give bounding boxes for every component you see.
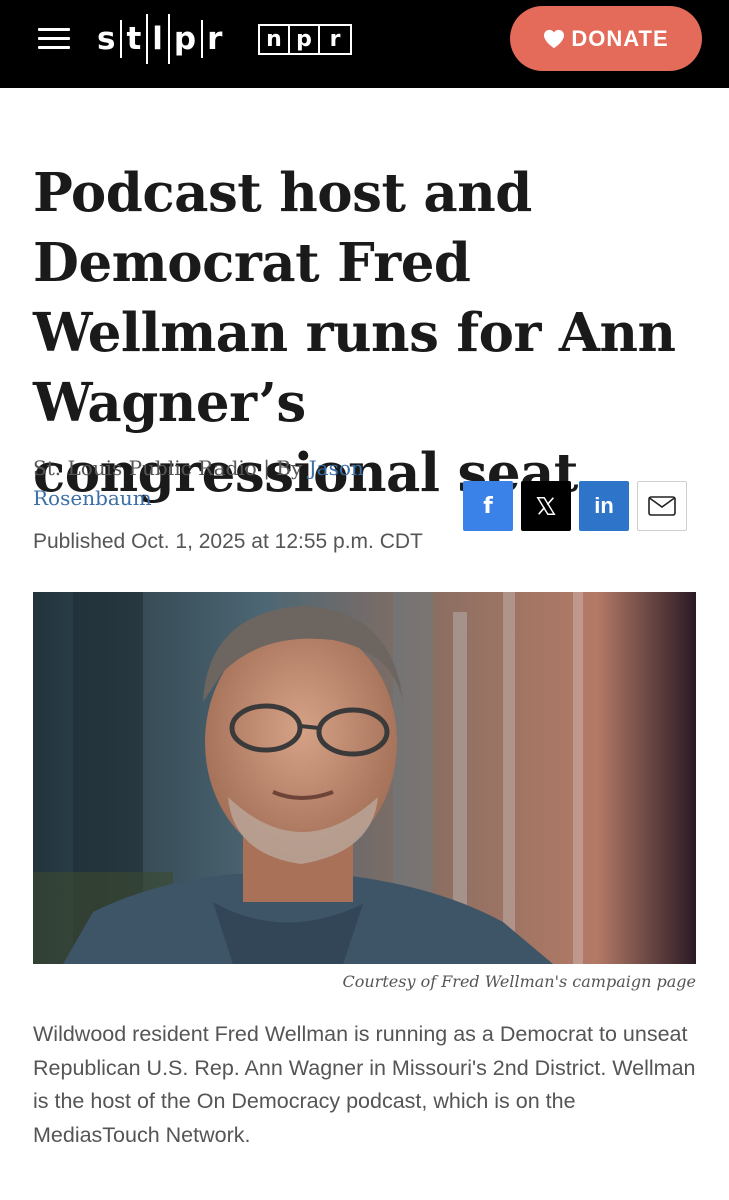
logo-letter: p [173, 21, 198, 57]
x-share-button[interactable] [521, 481, 571, 531]
linkedin-share-button[interactable]: in [579, 481, 629, 531]
heart-icon [544, 29, 565, 48]
lead-paragraph: Wildwood resident Fred Wellman is runnin… [33, 1022, 696, 1147]
logo-letter: s [97, 21, 117, 57]
donate-button[interactable]: DONATE [510, 6, 702, 71]
donate-label: DONATE [571, 25, 669, 51]
portrait-image [33, 592, 696, 964]
linkedin-icon: in [594, 493, 614, 518]
facebook-share-button[interactable]: f [463, 481, 513, 531]
published-date: Published Oct. 1, 2025 at 12:55 p.m. CDT [33, 530, 423, 553]
email-share-button[interactable] [637, 481, 687, 531]
hamburger-menu-icon[interactable] [38, 26, 70, 52]
site-header: s t l p r n p r DONATE [0, 0, 729, 88]
article-photo [33, 592, 696, 964]
byline-source: St. Louis Public Radio | By [33, 456, 309, 480]
facebook-icon: f [483, 493, 493, 519]
logo-letter: l [152, 21, 164, 57]
logo-letter: t [126, 21, 143, 57]
x-icon [536, 497, 556, 515]
image-caption: Courtesy of Fred Wellman's campaign page [342, 972, 697, 991]
logo-letter: p [290, 26, 320, 53]
logo-letter: r [207, 21, 224, 57]
logo-letter: n [260, 26, 290, 53]
stlpr-logo[interactable]: s t l p r [97, 14, 223, 64]
share-buttons: f in [463, 481, 687, 531]
npr-logo[interactable]: n p r [258, 24, 352, 55]
logo-letter: r [329, 26, 341, 52]
byline: St. Louis Public Radio | By Jason Rosenb… [33, 453, 423, 513]
email-icon [648, 496, 676, 516]
